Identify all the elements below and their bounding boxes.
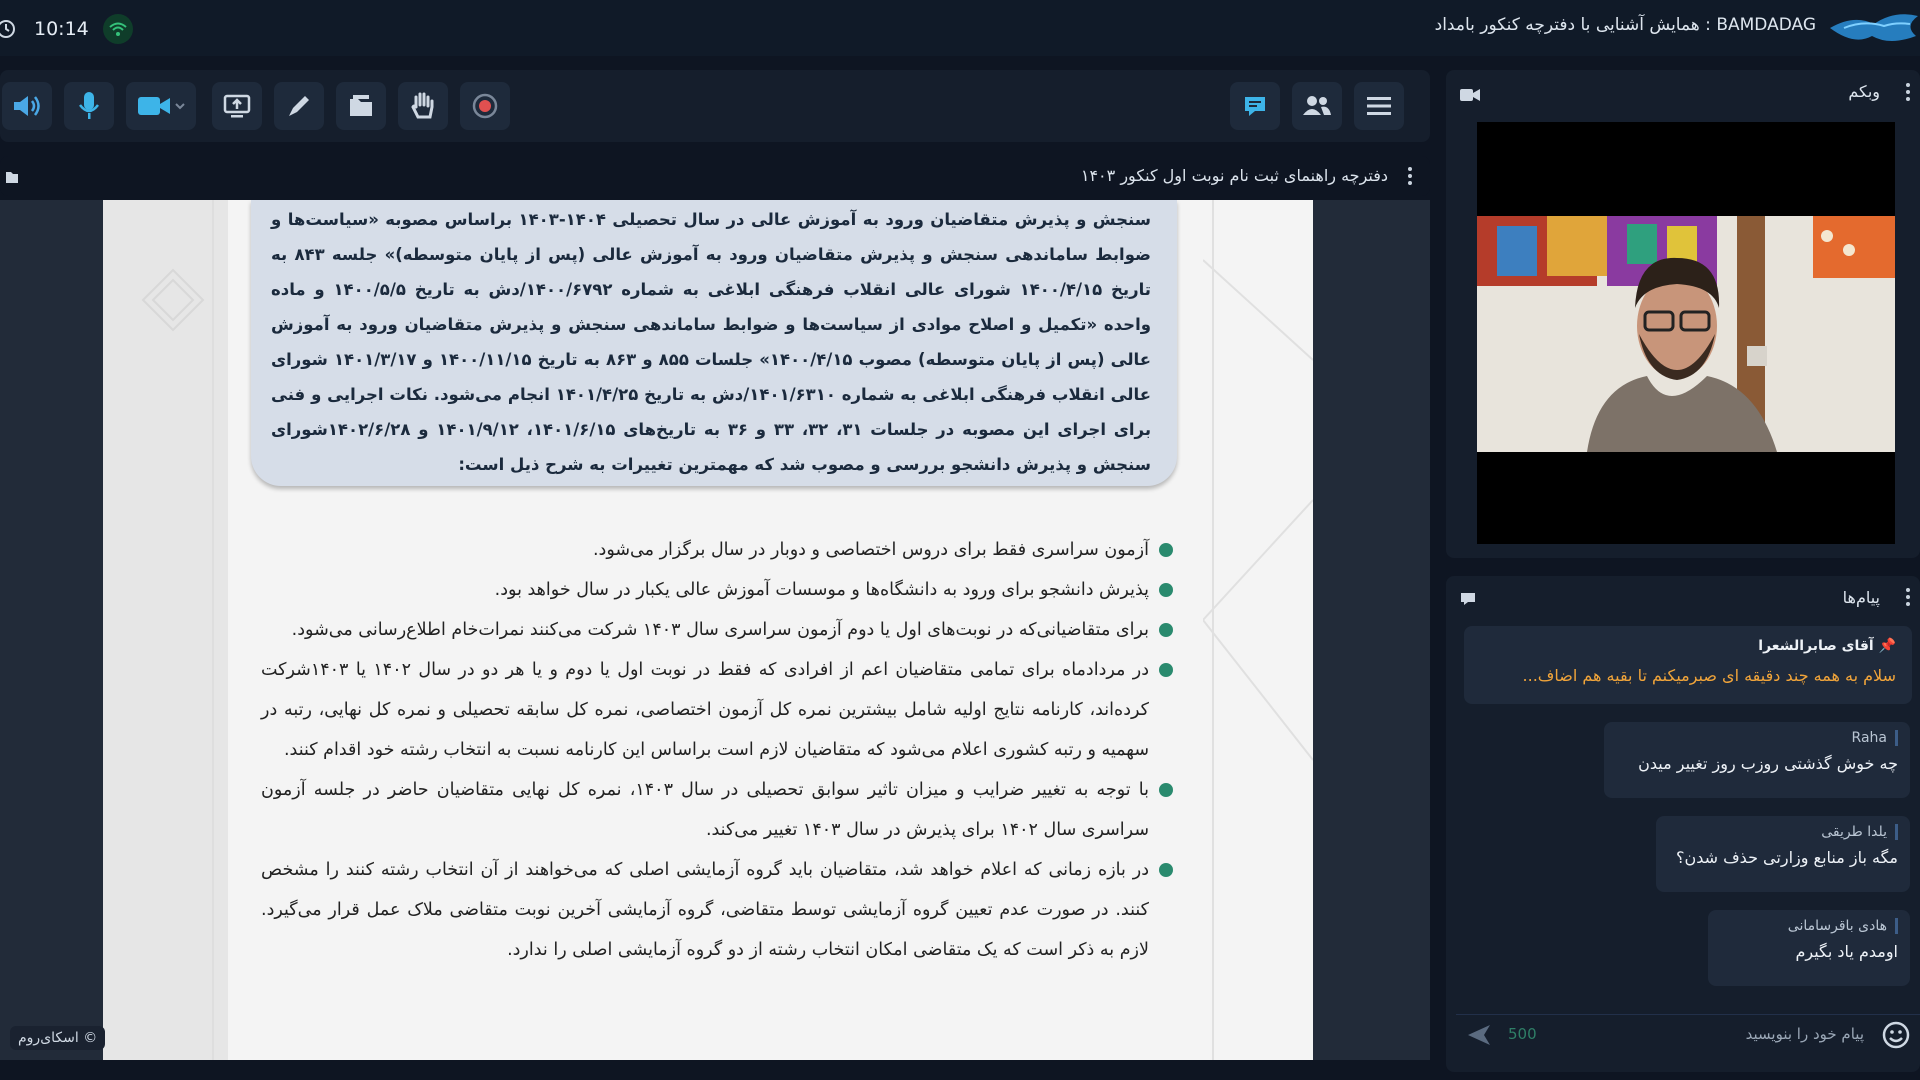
bullet-icon [1159,543,1173,557]
chat-message[interactable]: یلدا طریقی مگه باز منابع وزارتی حذف شدن؟ [1656,816,1910,892]
webcam-icon [1460,89,1480,101]
toolbar [0,70,1430,142]
menu-button[interactable] [1354,82,1404,130]
document-title: دفترچه راهنمای ثبت نام نوبت اول کنکور ۱۴… [1080,166,1388,185]
bullet-icon [1159,863,1173,877]
message-text: مگه باز منابع وزارتی حذف شدن؟ [1675,848,1898,867]
list-item: برای متقاضیانی‌که در نوبت‌های اول یا دوم… [261,610,1175,650]
pin-icon: 📌 [1878,638,1896,654]
pen-icon [289,96,309,116]
users-icon [1303,96,1331,115]
chat-title: پیام‌ها [1842,588,1880,607]
whiteboard-button[interactable] [274,82,324,130]
chat-toggle-button[interactable] [1230,82,1280,130]
message-author: Raha [1616,730,1898,746]
files-button[interactable] [336,82,386,130]
chat-icon [1245,97,1265,116]
brand-logo [1830,14,1918,41]
top-bar: 10:14 BAMDADAG : همایش آشنایی با دفترچه … [0,0,1920,56]
bullet-icon [1159,583,1173,597]
chat-panel-icon [1461,593,1475,605]
chat-options-icon[interactable] [1906,588,1910,606]
summary-text: سنجش و پذیرش متقاضیان ورود به آموزش عالی… [271,210,1152,474]
document-page: سنجش و پذیرش متقاضیان ورود به آموزش عالی… [103,200,1313,1060]
emoji-icon[interactable] [1882,1021,1910,1049]
decorative-pattern [103,200,228,1060]
hand-icon [411,92,434,119]
char-counter: 500 [1508,1025,1537,1043]
webcam-video[interactable] [1477,122,1895,544]
share-screen-icon [223,94,251,118]
document-icon [6,172,18,183]
summary-box: سنجش و پذیرش متقاضیان ورود به آموزش عالی… [251,200,1177,486]
message-input[interactable]: پیام خود را بنویسید [1746,1025,1864,1043]
pinned-message[interactable]: 📌 آقای صابرالشعرا سلام به همه چند دقیقه … [1464,626,1912,704]
speaker-icon [14,96,40,116]
microphone-icon [79,92,99,119]
send-icon[interactable] [1466,1023,1492,1047]
pinned-text: سلام به همه چند دقیقه ای صبرمیکنم تا بقی… [1522,666,1896,685]
message-author: هادی باقرسامانی [1720,918,1898,934]
list-item: با توجه به تغییر ضرایب و میزان تاثیر سوا… [261,770,1175,850]
bullet-icon [1159,663,1173,677]
list-item: در بازه زمانی که اعلام خواهد شد، متقاضیا… [261,850,1175,970]
chat-input-bar: 500 پیام خود را بنویسید [1456,1014,1920,1055]
chat-message[interactable]: Raha چه خوش گذشتی روزب روز تغییر میدن [1604,722,1910,798]
microphone-button[interactable] [64,82,114,130]
camera-icon [138,97,185,115]
share-screen-button[interactable] [212,82,262,130]
presenter-video-frame [1477,216,1895,452]
connection-icon[interactable] [102,14,133,44]
session-title: BAMDADAG : همایش آشنایی با دفترچه کنکور … [1434,15,1816,35]
document-header: دفترچه راهنمای ثبت نام نوبت اول کنکور ۱۴… [0,156,1430,196]
camera-button[interactable] [126,82,196,130]
hamburger-icon [1367,97,1391,115]
message-text: چه خوش گذشتی روزب روز تغییر میدن [1638,754,1898,773]
webcam-options-icon[interactable] [1906,83,1910,101]
raise-hand-button[interactable] [398,82,448,130]
webcam-title: وبکم [1848,82,1880,101]
document-options-icon[interactable] [1408,167,1412,185]
current-time: 10:14 [34,18,89,40]
bullet-icon [1159,623,1173,637]
record-button[interactable] [460,82,510,130]
message-text: اومدم یاد بگیرم [1795,942,1898,961]
list-item: در مردادماه برای تمامی متقاضیان اعم از ا… [261,650,1175,770]
bullet-list: آزمون سراسری فقط برای دروس اختصاصی و دوب… [261,530,1175,970]
list-item: آزمون سراسری فقط برای دروس اختصاصی و دوب… [261,530,1175,570]
participants-button[interactable] [1292,82,1342,130]
record-icon [472,93,498,119]
clock-icon [0,20,15,38]
pinned-author: 📌 آقای صابرالشعرا [1758,638,1896,654]
bullet-icon [1159,783,1173,797]
chat-message[interactable]: هادی باقرسامانی اومدم یاد بگیرم [1708,910,1910,986]
document-viewer[interactable]: سنجش و پذیرش متقاضیان ورود به آموزش عالی… [0,200,1430,1060]
skyroom-watermark: © اسکای‌روم [10,1026,106,1050]
speaker-button[interactable] [2,82,52,130]
decorative-lines [1203,200,1313,1060]
folder-icon [350,95,372,116]
list-item: پذیرش دانشجو برای ورود به دانشگاه‌ها و م… [261,570,1175,610]
clock-area: 10:14 [0,14,133,44]
message-author: یلدا طریقی [1668,824,1898,840]
